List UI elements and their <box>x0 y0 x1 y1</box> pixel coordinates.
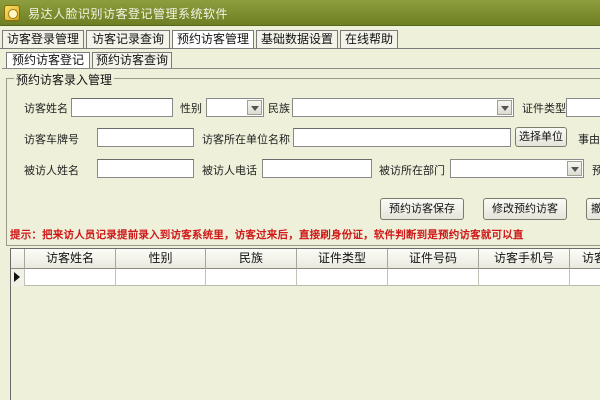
reservation-grid[interactable]: 访客姓名 性别 民族 证件类型 证件号码 访客手机号 访客 <box>10 248 600 400</box>
ethnicity-label: 民族 <box>268 102 290 115</box>
chevron-down-icon[interactable] <box>497 100 512 115</box>
select-company-button[interactable]: 选择单位 <box>515 127 567 147</box>
ethnicity-select[interactable] <box>292 98 514 117</box>
column-header[interactable]: 性别 <box>116 249 206 269</box>
app-window: 易达人脸识别访客登记管理系统软件 访客登录管理 访客记录查询 预约访客管理 基础… <box>0 0 600 400</box>
group-title: 预约访客录入管理 <box>14 71 115 88</box>
table-cell[interactable] <box>479 269 570 286</box>
host-dept-label: 被访所在部门 <box>379 164 445 177</box>
tab-basic-data[interactable]: 基础数据设置 <box>256 30 338 48</box>
sub-tab-divider <box>2 68 600 69</box>
column-header[interactable]: 证件类型 <box>297 249 388 269</box>
app-logo-icon <box>4 5 20 21</box>
save-reservation-button[interactable]: 预约访客保存 <box>380 198 464 220</box>
host-phone-label: 被访人电话 <box>202 164 257 177</box>
chevron-down-icon[interactable] <box>247 100 262 115</box>
tab-reservation-manage[interactable]: 预约访客管理 <box>172 30 254 49</box>
edit-reservation-button[interactable]: 修改预约访客 <box>483 198 567 220</box>
id-type-select[interactable] <box>566 98 600 117</box>
row-selector[interactable] <box>11 269 25 286</box>
tab-online-help[interactable]: 在线帮助 <box>340 30 398 48</box>
table-row[interactable] <box>11 269 600 286</box>
row-selector-header <box>11 249 25 269</box>
title-bar: 易达人脸识别访客登记管理系统软件 <box>0 0 600 26</box>
reason-label: 事由 <box>578 133 600 146</box>
host-name-input[interactable] <box>97 159 194 178</box>
table-cell[interactable] <box>388 269 479 286</box>
main-tab-divider <box>0 48 600 49</box>
column-header[interactable]: 访客姓名 <box>25 249 116 269</box>
table-cell[interactable] <box>297 269 388 286</box>
column-header[interactable]: 访客手机号 <box>479 249 570 269</box>
delete-reservation-button[interactable]: 撤 <box>586 198 600 220</box>
extra-label: 预 <box>592 164 600 177</box>
column-header[interactable]: 民族 <box>206 249 297 269</box>
host-phone-input[interactable] <box>262 159 372 178</box>
visitor-name-label: 访客姓名 <box>24 102 68 115</box>
hint-text: 提示：把来访人员记录提前录入到访客系统里，访客过来后，直接刷身份证，软件判断到是… <box>10 229 524 241</box>
table-cell[interactable] <box>25 269 116 286</box>
id-type-label: 证件类型 <box>522 102 566 115</box>
window-title: 易达人脸识别访客登记管理系统软件 <box>28 7 229 21</box>
gender-label: 性别 <box>180 102 202 115</box>
host-dept-select[interactable] <box>450 159 584 178</box>
chevron-down-icon[interactable] <box>567 161 582 176</box>
visitor-name-input[interactable] <box>71 98 173 117</box>
tab-visitor-records[interactable]: 访客记录查询 <box>86 30 170 48</box>
company-input[interactable] <box>293 128 511 147</box>
gender-select[interactable] <box>206 98 264 117</box>
row-pointer-icon <box>14 272 20 282</box>
plate-input[interactable] <box>97 128 194 147</box>
table-cell[interactable] <box>206 269 297 286</box>
column-header[interactable]: 访客 <box>570 249 600 269</box>
tab-visitor-login[interactable]: 访客登录管理 <box>2 30 84 48</box>
plate-label: 访客车牌号 <box>24 133 79 146</box>
tab-reservation-register[interactable]: 预约访客登记 <box>6 52 90 69</box>
column-header[interactable]: 证件号码 <box>388 249 479 269</box>
grid-header: 访客姓名 性别 民族 证件类型 证件号码 访客手机号 访客 <box>11 249 600 269</box>
company-label: 访客所在单位名称 <box>202 133 290 146</box>
table-cell[interactable] <box>570 269 600 286</box>
table-cell[interactable] <box>116 269 206 286</box>
host-name-label: 被访人姓名 <box>24 164 79 177</box>
tab-reservation-query[interactable]: 预约访客查询 <box>92 52 172 68</box>
